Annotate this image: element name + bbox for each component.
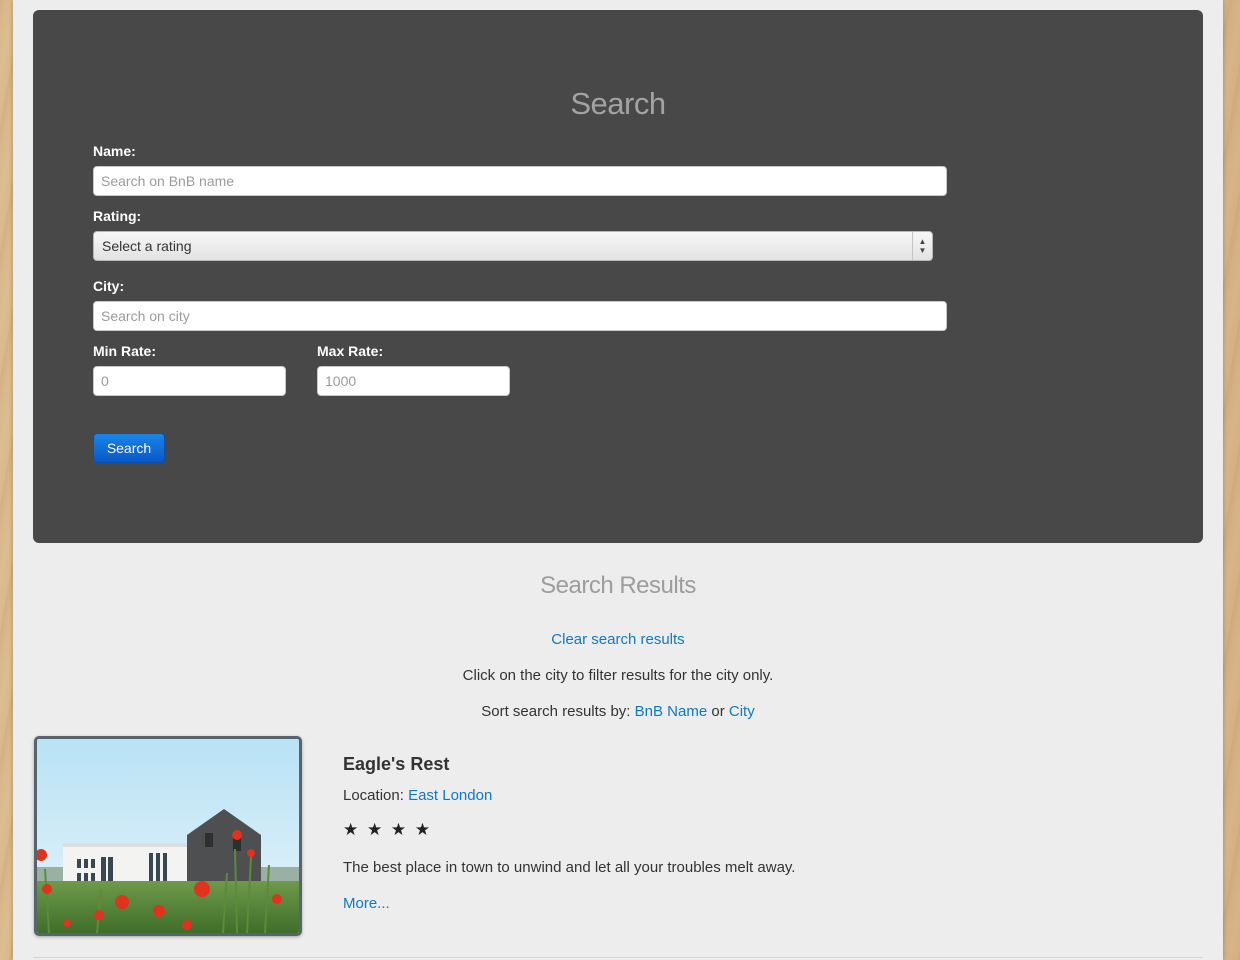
- max-rate-label: Max Rate:: [317, 343, 384, 359]
- clear-row: Clear search results: [13, 631, 1223, 648]
- page-container: Search Name: Rating: Select a rating ▲▼ …: [13, 0, 1223, 960]
- max-rate-input[interactable]: [317, 366, 510, 396]
- rating-label: Rating:: [93, 208, 142, 224]
- results-title: Search Results: [540, 572, 696, 599]
- more-row: More...: [343, 895, 390, 912]
- rating-stars-icon: ★ ★ ★ ★: [343, 820, 433, 839]
- search-button[interactable]: Search: [93, 433, 165, 463]
- location-city-link[interactable]: East London: [408, 787, 492, 804]
- result-divider: [33, 957, 1203, 958]
- search-title: Search: [570, 86, 666, 121]
- city-input[interactable]: [93, 301, 947, 331]
- sort-by-name-link[interactable]: BnB Name: [635, 703, 708, 720]
- rating-select[interactable]: Select a rating ▲ ▼: [93, 231, 933, 261]
- filter-hint: Click on the city to filter results for …: [462, 667, 774, 684]
- more-link[interactable]: More...: [343, 895, 390, 912]
- sort-prefix: Sort search results by:: [481, 703, 631, 720]
- location-label: Location:: [343, 787, 404, 804]
- min-rate-input[interactable]: [93, 366, 286, 396]
- search-panel: Search Name: Rating: Select a rating ▲▼ …: [33, 10, 1203, 543]
- name-label: Name:: [93, 143, 136, 159]
- clear-results-link[interactable]: Clear search results: [551, 631, 684, 648]
- location-row: Location: East London: [343, 787, 492, 804]
- sort-by-city-link[interactable]: City: [729, 703, 755, 720]
- bnb-name: Eagle's Rest: [343, 754, 450, 774]
- rating-select-value: Select a rating: [102, 238, 192, 254]
- min-rate-label: Min Rate:: [93, 343, 156, 359]
- house-photo-icon: [37, 739, 299, 933]
- sort-row: Sort search results by: BnB Name or City: [13, 703, 1223, 720]
- city-label: City:: [93, 278, 125, 294]
- sort-or: or: [711, 703, 725, 720]
- bnb-description: The best place in town to unwind and let…: [343, 859, 796, 876]
- bnb-thumbnail[interactable]: [34, 736, 302, 936]
- select-arrows-icon: ▲ ▼: [912, 232, 932, 260]
- name-input[interactable]: [93, 166, 947, 196]
